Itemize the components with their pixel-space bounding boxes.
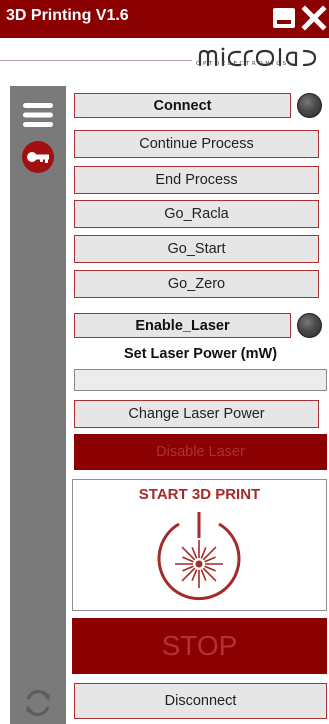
stop-button[interactable]: STOP bbox=[72, 618, 327, 674]
go-zero-button[interactable]: Go_Zero bbox=[74, 270, 319, 298]
menu-icon[interactable] bbox=[21, 100, 55, 130]
window-title: 3D Printing V1.6 bbox=[6, 7, 129, 24]
laser-status-led bbox=[297, 313, 322, 338]
continue-process-button[interactable]: Continue Process bbox=[74, 130, 319, 158]
control-panel: Connect Continue Process End Process Go_… bbox=[66, 86, 329, 724]
laser-burst-icon bbox=[157, 512, 241, 601]
close-icon[interactable] bbox=[301, 5, 327, 31]
go-racla-button[interactable]: Go_Racla bbox=[74, 200, 319, 228]
minimize-icon[interactable] bbox=[271, 5, 297, 31]
start-print-button[interactable]: START 3D PRINT bbox=[72, 479, 327, 611]
end-process-button[interactable]: End Process bbox=[74, 166, 319, 194]
start-print-label: START 3D PRINT bbox=[138, 486, 261, 503]
disable-laser-button[interactable]: Disable Laser bbox=[74, 434, 327, 470]
connection-status-led bbox=[297, 93, 322, 118]
key-icon[interactable] bbox=[21, 140, 55, 174]
disconnect-button[interactable]: Disconnect bbox=[74, 683, 327, 719]
microla-logo bbox=[198, 47, 317, 67]
connect-button[interactable]: Connect bbox=[74, 93, 291, 118]
go-start-button[interactable]: Go_Start bbox=[74, 235, 319, 263]
logo-divider bbox=[0, 60, 192, 61]
laser-power-input[interactable] bbox=[74, 369, 327, 391]
refresh-icon[interactable] bbox=[21, 686, 55, 720]
title-bar: 3D Printing V1.6 bbox=[0, 0, 329, 38]
laser-power-label: Set Laser Power (mW) bbox=[123, 346, 278, 362]
logo-subtitle: OPTOELECTRONICS bbox=[196, 61, 289, 67]
enable-laser-button[interactable]: Enable_Laser bbox=[74, 313, 291, 338]
sidebar bbox=[10, 86, 66, 724]
change-laser-power-button[interactable]: Change Laser Power bbox=[74, 400, 319, 428]
